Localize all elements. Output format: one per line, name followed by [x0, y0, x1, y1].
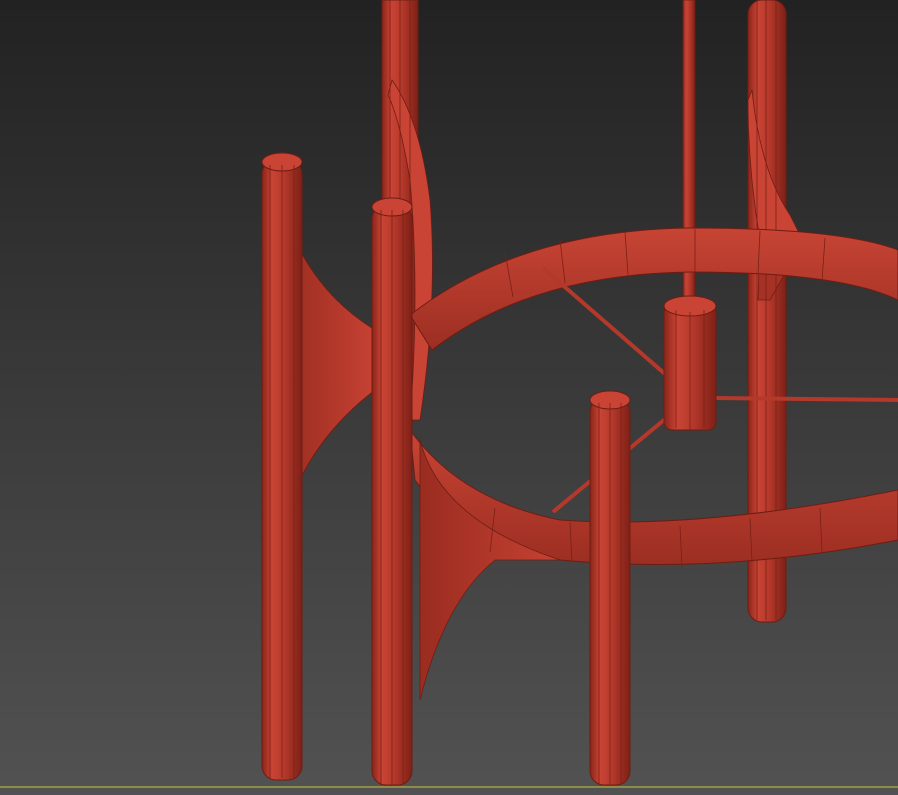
rod-center[interactable]	[371, 197, 413, 786]
rod-front[interactable]	[589, 390, 631, 786]
3d-viewport[interactable]	[0, 0, 898, 795]
center-hub[interactable]	[663, 295, 717, 431]
viewport-scene[interactable]	[0, 0, 898, 795]
